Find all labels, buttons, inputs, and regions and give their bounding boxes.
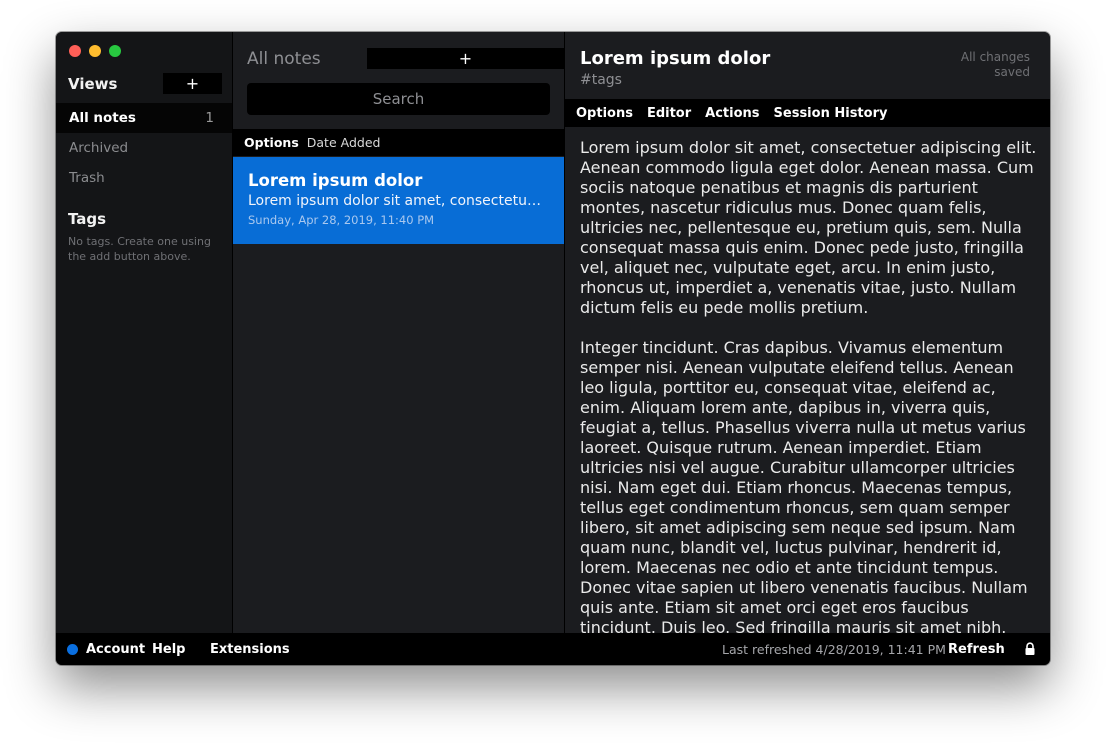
close-window-button[interactable] [69, 45, 81, 57]
sort-by-label[interactable]: Date Added [307, 135, 381, 150]
menu-session-history[interactable]: Session History [774, 106, 888, 121]
editor-panel: Lorem ipsum dolor #tags All changes save… [565, 32, 1050, 633]
tags-heading: Tags [68, 210, 107, 228]
tags-empty-message: No tags. Create one using the add button… [68, 235, 211, 263]
menu-options[interactable]: Options [576, 106, 633, 121]
sidebar-item-archived[interactable]: Archived [56, 133, 232, 163]
maximize-window-button[interactable] [109, 45, 121, 57]
notes-list-title: All notes [247, 49, 321, 69]
extensions-button[interactable]: Extensions [210, 642, 290, 657]
views-heading: Views [68, 75, 118, 93]
sidebar-item-label: Trash [69, 170, 105, 186]
note-paragraph: Lorem ipsum dolor sit amet, consectetuer… [580, 138, 1037, 317]
note-item-preview: Lorem ipsum dolor sit amet, consectetuer… [248, 193, 549, 209]
help-button[interactable]: Help [152, 642, 185, 657]
save-status: All changes saved [960, 50, 1030, 79]
refresh-button[interactable]: Refresh [948, 642, 1005, 657]
editor-menu-bar: Options Editor Actions Session History [565, 99, 1050, 127]
new-note-button[interactable]: + [367, 48, 564, 69]
note-list-item[interactable]: Lorem ipsum dolor Lorem ipsum dolor sit … [233, 157, 564, 244]
notes-options-bar: Options Date Added [233, 129, 564, 156]
app-window: Views + All notes 1 Archived Trash Tags … [56, 32, 1050, 665]
note-count: 1 [205, 110, 214, 126]
lock-icon[interactable] [1023, 642, 1037, 656]
footer-bar: Account Help Extensions Last refreshed 4… [56, 633, 1050, 665]
account-button[interactable]: Account [86, 642, 145, 657]
minimize-window-button[interactable] [89, 45, 101, 57]
sidebar-item-label: Archived [69, 140, 129, 156]
search-input[interactable]: Search [247, 83, 550, 115]
window-controls [69, 45, 121, 57]
note-item-title: Lorem ipsum dolor [248, 171, 423, 190]
note-tags-input[interactable]: #tags [580, 72, 622, 88]
note-body-editor[interactable]: Lorem ipsum dolor sit amet, consectetuer… [580, 138, 1038, 633]
menu-actions[interactable]: Actions [705, 106, 759, 121]
menu-editor[interactable]: Editor [647, 106, 691, 121]
note-title-input[interactable]: Lorem ipsum dolor [580, 48, 770, 69]
notes-list-panel: All notes + Search Options Date Added Lo… [233, 32, 565, 633]
sidebar-item-trash[interactable]: Trash [56, 163, 232, 193]
sidebar-item-all-notes[interactable]: All notes 1 [56, 103, 232, 133]
add-view-button[interactable]: + [163, 73, 222, 94]
last-refreshed-text: Last refreshed 4/28/2019, 11:41 PM [722, 642, 946, 657]
sidebar-item-label: All notes [69, 110, 136, 126]
note-paragraph: Integer tincidunt. Cras dapibus. Vivamus… [580, 338, 1028, 633]
notes-options-button[interactable]: Options [244, 135, 299, 150]
note-item-date: Sunday, Apr 28, 2019, 11:40 PM [248, 213, 435, 227]
sidebar: Views + All notes 1 Archived Trash Tags … [56, 32, 233, 633]
account-status-dot [67, 644, 78, 655]
